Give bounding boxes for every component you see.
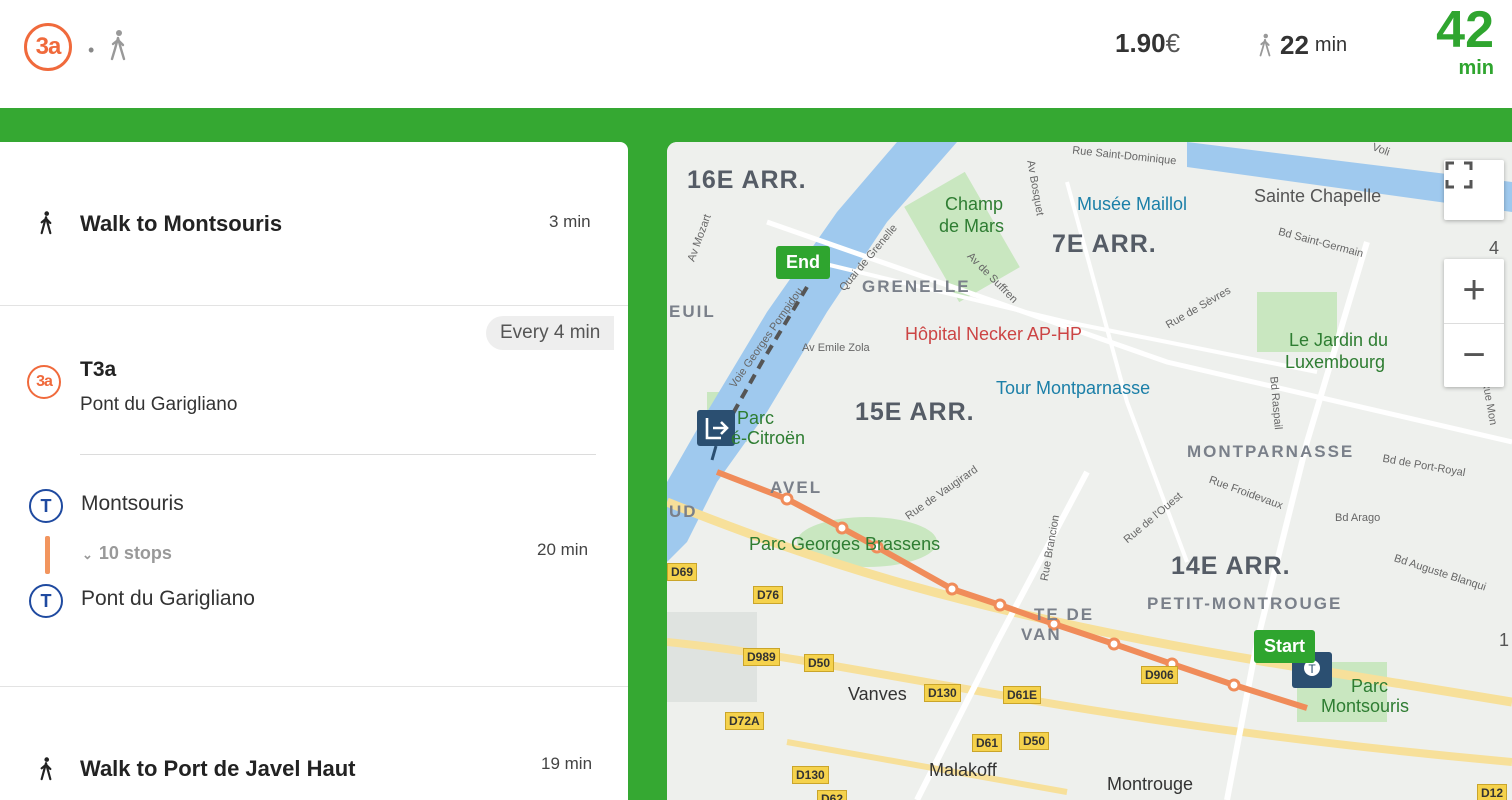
- map-district-label: 15E ARR.: [855, 398, 975, 426]
- road-number-badge: D130: [924, 684, 961, 702]
- map-district-label: 7E ARR.: [1052, 230, 1157, 258]
- divider: [0, 686, 628, 687]
- map-neighborhood-label: GRENELLE: [862, 277, 971, 296]
- divider: [80, 454, 596, 455]
- map-poi-label: Musée Maillol: [1077, 194, 1188, 214]
- map-poi-label: Parc Georges Brassens: [749, 534, 941, 554]
- map-poi-label: Parc: [737, 408, 775, 428]
- map-poi-label: Luxembourg: [1285, 352, 1386, 372]
- line-name: T3a: [80, 358, 117, 381]
- fullscreen-icon: [1445, 161, 1473, 189]
- road-number-badge: D69: [667, 563, 698, 581]
- road-number-badge: D906: [1141, 666, 1178, 684]
- map-street-label: Bd Arago: [1335, 512, 1381, 524]
- zoom-control: + −: [1444, 259, 1504, 387]
- map-poi-label: EUIL: [669, 302, 716, 321]
- map-poi-label: Hôpital Necker AP-HP: [905, 324, 1083, 344]
- walk-step-time: 19 min: [541, 754, 593, 773]
- road-number-badge: D50: [1019, 732, 1050, 750]
- tram-line-badge: 3a: [27, 365, 61, 399]
- road-number-badge: D50: [804, 654, 835, 672]
- svg-text:T: T: [1308, 662, 1316, 676]
- price-value: 1.90: [1115, 28, 1166, 58]
- map-poi-label: Montsouris: [1321, 696, 1410, 716]
- tram-stop-icon: T: [29, 584, 63, 618]
- trip-summary-header: 3a • 1.90€ 22 min 42 min: [0, 0, 1512, 108]
- ride-time: 20 min: [537, 540, 589, 559]
- trip-price: 1.90€: [1115, 28, 1180, 59]
- itinerary-panel: Walk to Montsouris 3 min Every 4 min 3a …: [0, 142, 628, 800]
- walk-step[interactable]: Walk to Montsouris 3 min: [0, 142, 628, 306]
- map-neighborhood-label: AVEL: [770, 478, 823, 497]
- map-poi-label: Champ: [945, 194, 1004, 214]
- walk-step-title: Walk to Port de Javel Haut: [80, 756, 356, 781]
- walk-step-title: Walk to Montsouris: [80, 211, 283, 236]
- road-number-badge: D130: [792, 766, 829, 784]
- route-map[interactable]: T 16E ARR. 7E ARR. 15E ARR. 14E ARR. GRE…: [667, 142, 1512, 800]
- map-neighborhood-label: PETIT-MONTROUGE: [1147, 594, 1343, 613]
- road-number-badge: D61E: [1003, 686, 1042, 704]
- map-poi-label: UD: [669, 502, 698, 521]
- separator-dot: •: [88, 40, 95, 60]
- total-minutes: 42: [1436, 1, 1494, 59]
- road-number-badge: D61: [972, 734, 1003, 752]
- tram-line-badge: 3a: [24, 23, 72, 71]
- map-poi-label: Parc: [1351, 676, 1389, 696]
- map-poi-label: Vanves: [848, 684, 907, 704]
- line-direction: Pont du Garigliano: [80, 394, 238, 415]
- map-poi-label: Montrouge: [1107, 774, 1194, 794]
- total-duration: 42 min: [1416, 4, 1494, 78]
- tram-stop-icon: T: [29, 489, 63, 523]
- walk-icon: [110, 30, 126, 61]
- zoom-in-button[interactable]: +: [1444, 259, 1504, 324]
- walk-minutes: 22: [1280, 29, 1309, 60]
- map-neighborhood-label: TE DE: [1034, 605, 1095, 624]
- total-minutes-unit: min: [1458, 57, 1494, 79]
- walk-duration: 22 min: [1256, 28, 1347, 62]
- arrival-stop: Pont du Garigliano: [81, 587, 255, 610]
- road-number-badge: D12: [1477, 784, 1508, 800]
- map-poi-label: Sainte Chapelle: [1254, 186, 1382, 206]
- road-number-badge: D989: [743, 648, 780, 666]
- stops-count: 10 stops: [98, 543, 172, 563]
- walk-icon: [1259, 33, 1271, 57]
- road-number-badge: D76: [753, 586, 784, 604]
- fullscreen-button[interactable]: [1444, 160, 1504, 220]
- line-segment: [45, 536, 50, 574]
- walk-step-time: 3 min: [549, 212, 591, 231]
- walk-icon: [40, 211, 52, 235]
- zoom-out-button[interactable]: −: [1444, 324, 1504, 388]
- map-poi-label: Le Jardin du: [1289, 330, 1389, 350]
- map-poi-label: Malakoff: [929, 760, 997, 780]
- departure-stop: Montsouris: [81, 492, 184, 515]
- end-pin-label[interactable]: End: [776, 246, 830, 279]
- map-district-label: 16E ARR.: [687, 166, 807, 194]
- map-poi-label: é-Citroën: [731, 428, 806, 448]
- start-pin-label[interactable]: Start: [1254, 630, 1316, 663]
- map-district-label: 14E ARR.: [1171, 552, 1291, 580]
- map-neighborhood-label: MONTPARNASSE: [1187, 442, 1355, 461]
- walk-minutes-unit: min: [1314, 33, 1348, 56]
- road-number-badge: D62: [817, 790, 848, 800]
- map-poi-label: Tour Montparnasse: [996, 378, 1151, 398]
- map-poi-label: de Mars: [939, 216, 1005, 236]
- map-partial-label: 1: [1499, 630, 1510, 650]
- frequency-badge: Every 4 min: [486, 316, 615, 350]
- map-street-label: Av Emile Zola: [802, 342, 870, 354]
- road-number-badge: D72A: [725, 712, 764, 730]
- walk-icon: [40, 757, 52, 781]
- map-partial-label: 4: [1489, 238, 1500, 258]
- stops-toggle[interactable]: ⌄ 10 stops: [82, 543, 172, 564]
- map-neighborhood-label: VAN: [1021, 625, 1062, 644]
- chevron-down-icon: ⌄: [82, 547, 93, 562]
- price-currency: €: [1165, 28, 1181, 58]
